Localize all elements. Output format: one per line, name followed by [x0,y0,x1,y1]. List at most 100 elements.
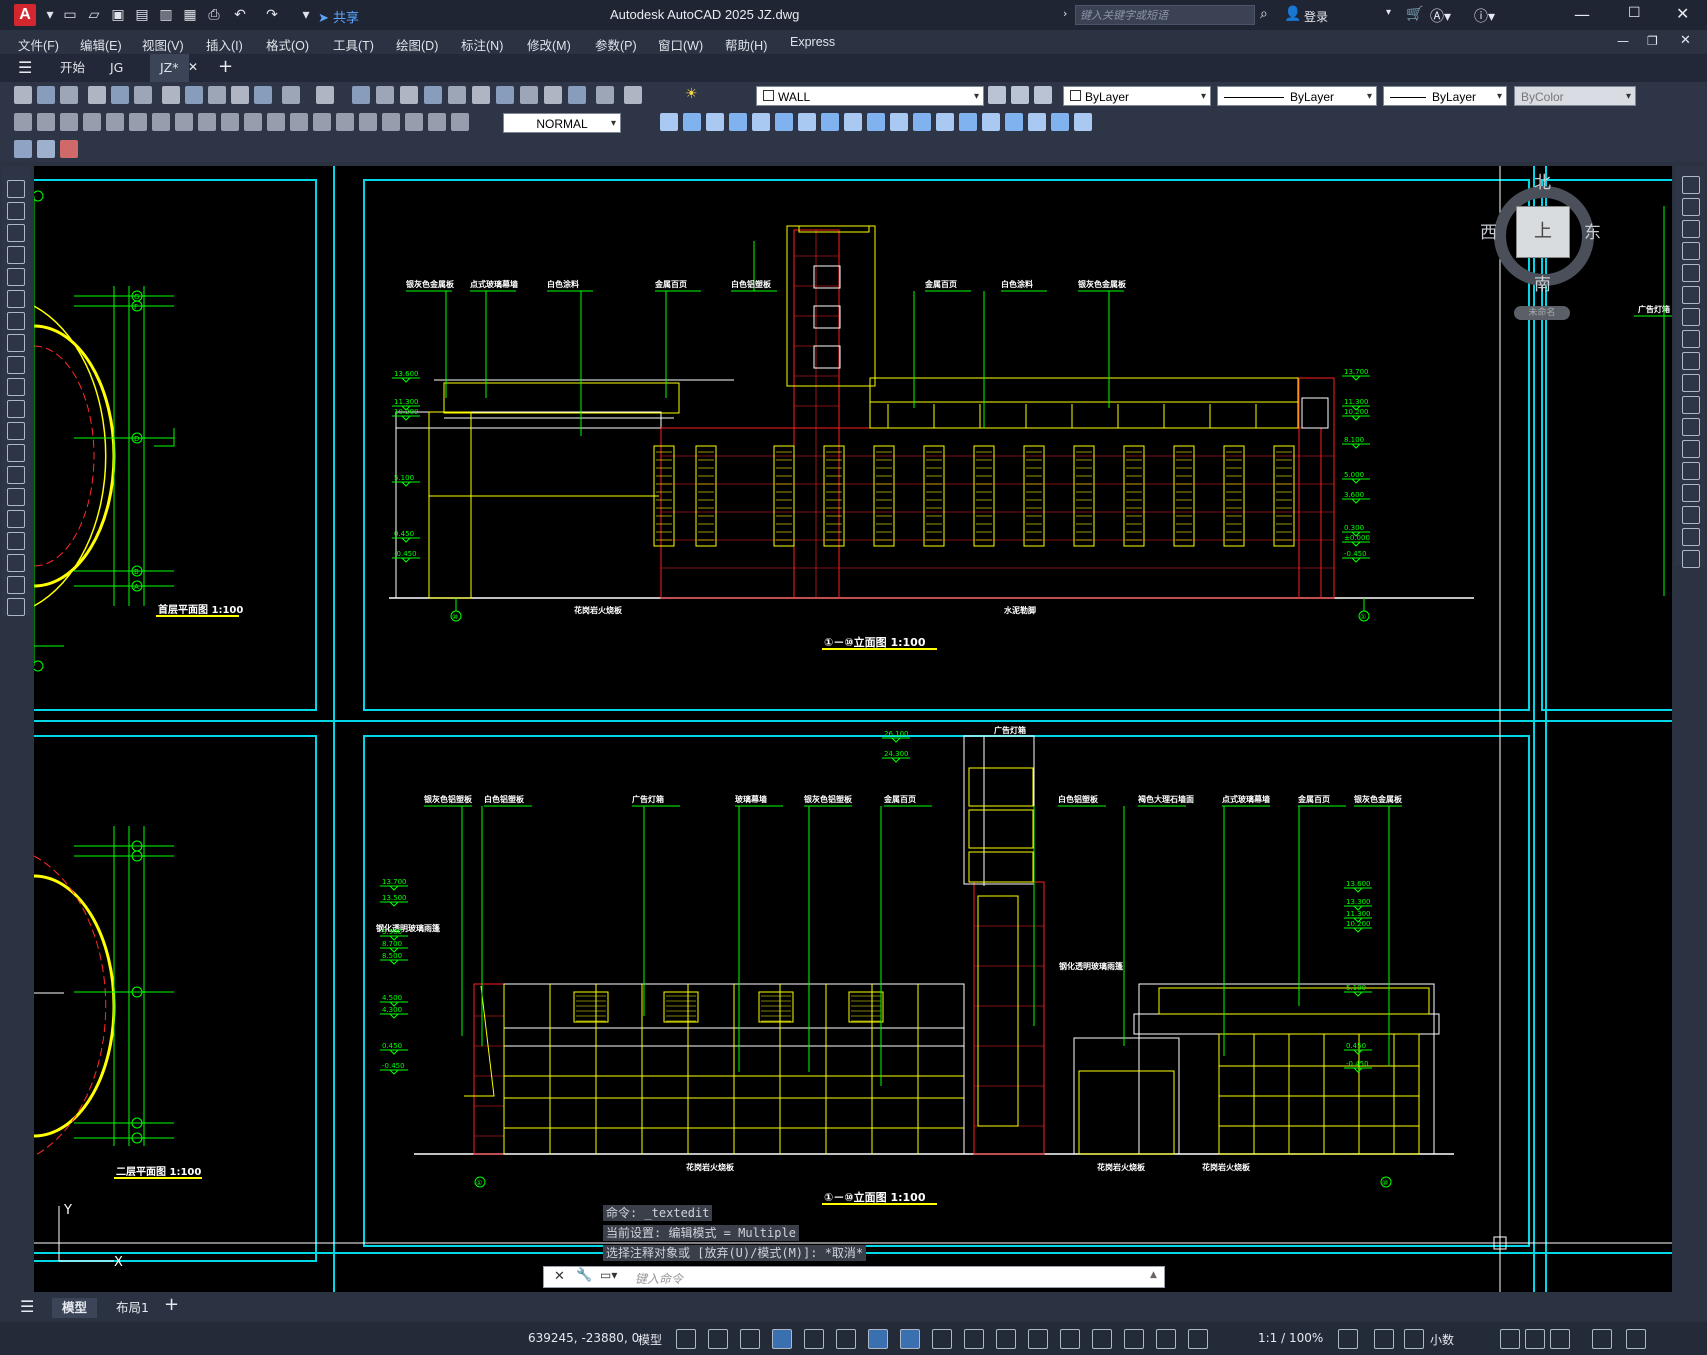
dimension-tool-icon[interactable] [382,113,400,131]
dimension-tool-icon[interactable] [221,113,239,131]
print-icon[interactable] [88,86,106,104]
redo-icon[interactable] [316,86,334,104]
dimstyle-dropdown[interactable]: NORMAL ▾ [503,113,621,133]
compass-north[interactable]: 北 [1534,168,1551,193]
lineweight-dropdown[interactable]: ByLayer ▾ [1383,86,1507,106]
dimension-tool-icon[interactable] [37,113,55,131]
circle-icon[interactable] [7,312,25,330]
layout-menu-icon[interactable]: ☰ [20,1297,34,1316]
save-as-icon[interactable]: ▤ [132,5,152,25]
quickcalc-icon[interactable] [568,86,586,104]
rotate-icon[interactable] [1682,308,1700,326]
login-link[interactable]: 登录 [1304,8,1328,25]
menu-item-0[interactable]: 文件(F) [18,35,59,54]
polyline-icon[interactable] [7,202,25,220]
array-icon[interactable] [1682,264,1700,282]
add-selected-icon[interactable] [7,598,25,616]
blend-curves-icon[interactable] [1682,528,1700,546]
construction-line-icon[interactable] [7,224,25,242]
move-icon[interactable] [1682,286,1700,304]
login-dropdown-icon[interactable]: ▾ [1386,7,1391,18]
selection-filter-toggle-icon[interactable] [1092,1329,1112,1349]
menu-item-8[interactable]: 修改(M) [527,35,571,54]
command-history-arrow-icon[interactable]: ▲ [1150,1270,1157,1280]
properties-icon[interactable] [448,86,466,104]
dimension-tool-icon[interactable] [83,113,101,131]
zoom-window-icon[interactable] [400,86,418,104]
3d-tool-icon[interactable] [821,113,839,131]
spline-icon[interactable] [7,356,25,374]
menu-item-10[interactable]: 窗口(W) [658,35,703,54]
layer-state-icons[interactable]: ☀ [685,86,703,104]
menu-item-9[interactable]: 参数(P) [595,35,637,54]
clean-screen-icon[interactable] [1592,1329,1612,1349]
save-icon[interactable] [60,86,78,104]
design-center-icon[interactable] [472,86,490,104]
new-file-icon[interactable]: ▭ [60,5,80,25]
quick-properties-icon[interactable] [1404,1329,1424,1349]
dynamic-ucs-toggle-icon[interactable] [1060,1329,1080,1349]
ortho-toggle-icon[interactable] [772,1329,792,1349]
search-expand-icon[interactable]: › [1063,7,1067,20]
hardware-acceleration-icon[interactable] [1550,1329,1570,1349]
3d-tool-icon[interactable] [1028,113,1046,131]
save-icon[interactable]: ▣ [108,5,128,25]
3d-tool-icon[interactable] [660,113,678,131]
layer-isolate-icon[interactable] [1034,86,1052,104]
transparency-toggle-icon[interactable] [964,1329,984,1349]
scale-icon[interactable] [1682,330,1700,348]
new-tab-icon[interactable]: + [218,56,233,77]
linetype-dropdown[interactable]: ByLayer ▾ [1217,86,1377,106]
make-block-icon[interactable] [7,444,25,462]
tab-jz[interactable]: JZ* [150,54,189,82]
dimension-tool-icon[interactable] [244,113,262,131]
offset-icon[interactable] [1682,242,1700,260]
plus-icon[interactable] [1374,1329,1394,1349]
3d-tool-icon[interactable] [913,113,931,131]
layer-dropdown[interactable]: WALL ▾ [756,86,984,106]
3d-tool-icon[interactable] [752,113,770,131]
dimension-tool-icon[interactable] [359,113,377,131]
user-icon[interactable]: 👤 [1284,6,1301,22]
break-icon[interactable] [1682,440,1700,458]
annotation-scale[interactable]: 1:1 / 100% [1258,1331,1323,1345]
add-layout-icon[interactable]: + [164,1294,179,1315]
app-menu-chevron-icon[interactable]: ▾ [40,5,60,25]
layer-properties-icon[interactable] [624,86,642,104]
doc-minimize-icon[interactable]: — [1617,34,1629,48]
annotation-visibility-toggle-icon[interactable] [1156,1329,1176,1349]
markup-icon[interactable] [544,86,562,104]
minimize-window-icon[interactable]: — [1574,5,1590,24]
doc-restore-icon[interactable]: ❐ [1647,34,1658,48]
grid-toggle-icon[interactable] [676,1329,696,1349]
search-icon[interactable]: ⌕ [1260,6,1268,22]
menu-item-5[interactable]: 工具(T) [333,35,374,54]
3d-tool-icon[interactable] [1005,113,1023,131]
toolbar-extra-icon-2[interactable] [37,140,55,158]
region-icon[interactable] [7,532,25,550]
workspace-gear-icon[interactable] [1338,1329,1358,1349]
dimension-tool-icon[interactable] [175,113,193,131]
tab-model[interactable]: 模型 [52,1298,98,1318]
viewcube[interactable]: 上 北 南 东 西 未命名 [1434,166,1664,356]
3d-tool-icon[interactable] [1074,113,1092,131]
erase-icon[interactable] [1682,176,1700,194]
close-window-icon[interactable]: ✕ [1676,4,1689,23]
3d-osnap-toggle-icon[interactable] [1028,1329,1048,1349]
selection-cycling-toggle-icon[interactable] [996,1329,1016,1349]
compass-west[interactable]: 西 [1480,218,1497,243]
menu-item-3[interactable]: 插入(I) [206,35,243,54]
dimension-tool-icon[interactable] [60,113,78,131]
3d-tool-icon[interactable] [890,113,908,131]
ellipse-icon[interactable] [7,378,25,396]
tab-start[interactable]: 开始 [50,54,95,82]
trim-icon[interactable] [1682,374,1700,392]
sheet-set-icon[interactable] [520,86,538,104]
menu-item-11[interactable]: 帮助(H) [725,35,767,54]
tab-close-icon[interactable]: ✕ [188,60,198,74]
plot-preview-icon[interactable] [111,86,129,104]
toolbar-extra-icon-1[interactable] [14,140,32,158]
3d-tool-icon[interactable] [982,113,1000,131]
chamfer-icon[interactable] [1682,484,1700,502]
rectangle-icon[interactable] [7,268,25,286]
